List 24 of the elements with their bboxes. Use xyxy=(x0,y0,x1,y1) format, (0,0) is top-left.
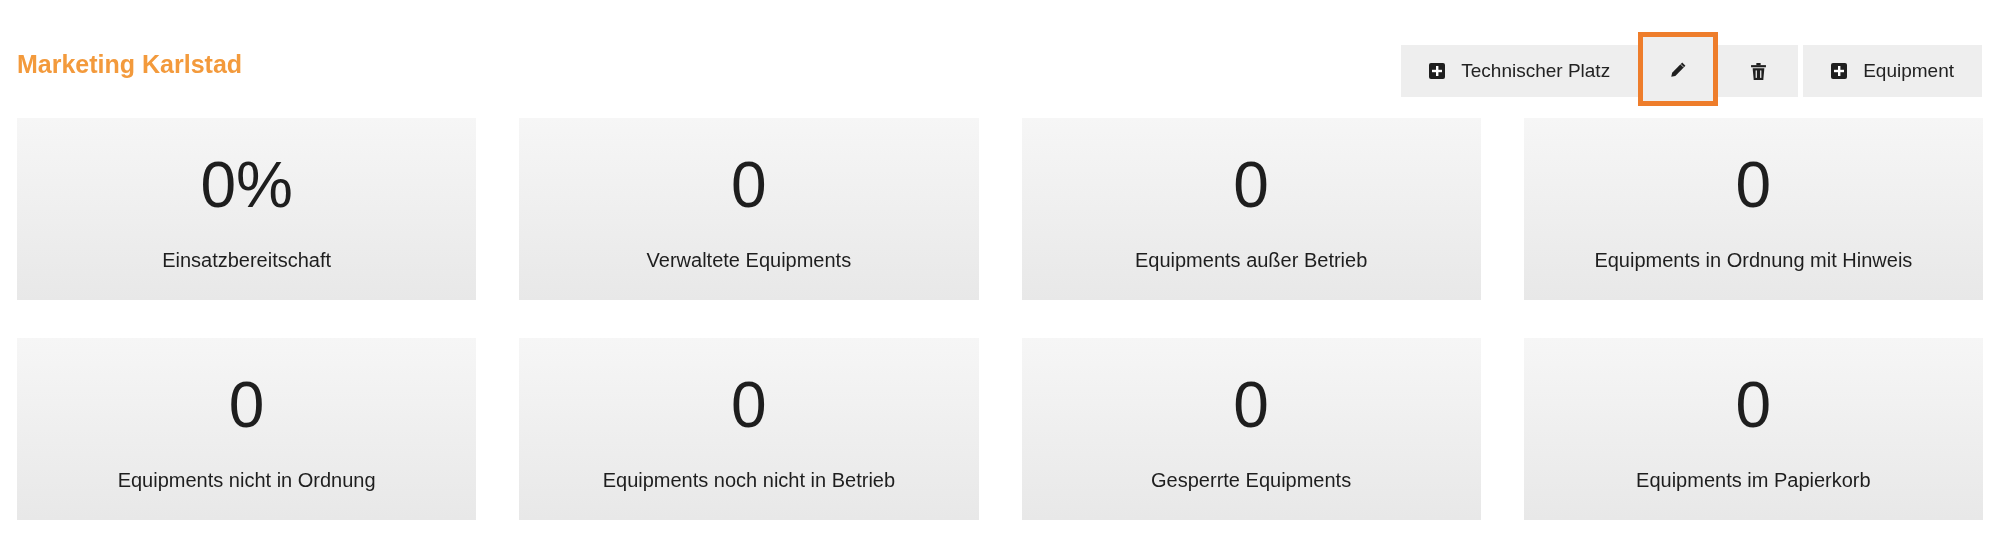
stat-label: Equipments in Ordnung mit Hinweis xyxy=(1594,248,1913,273)
pencil-icon xyxy=(1669,60,1687,78)
add-button[interactable]: Equipment xyxy=(1803,45,1982,97)
stat-label: Equipments nicht in Ordnung xyxy=(117,468,376,493)
plus-icon xyxy=(1429,63,1446,79)
add-button[interactable]: Technischer Platz xyxy=(1401,45,1639,97)
stat-value: 0% xyxy=(200,153,293,217)
stat-value: 0 xyxy=(1735,373,1772,437)
stat-label: Equipments im Papierkorb xyxy=(1636,468,1871,493)
trash-icon xyxy=(1750,62,1766,80)
stat-label: Einsatzbereitschaft xyxy=(162,248,332,273)
plus-icon xyxy=(1831,63,1848,79)
stat-value: 0 xyxy=(1233,373,1269,437)
stat-label: Equipments außer Betrieb xyxy=(1134,248,1368,273)
delete-button[interactable] xyxy=(1718,45,1799,97)
stat-label: Equipments noch nicht in Betrieb xyxy=(602,468,896,493)
stat-value: 0 xyxy=(1233,153,1269,217)
stat-value: 0 xyxy=(731,153,767,217)
stat-value: 0 xyxy=(731,373,767,437)
stat-label: Verwaltete Equipments xyxy=(646,248,852,273)
page-title: Marketing Karlstad xyxy=(17,49,243,80)
stat-value: 0 xyxy=(1735,153,1772,217)
stat-value: 0 xyxy=(228,373,265,437)
stat-label: Gesperrte Equipments xyxy=(1151,468,1352,493)
